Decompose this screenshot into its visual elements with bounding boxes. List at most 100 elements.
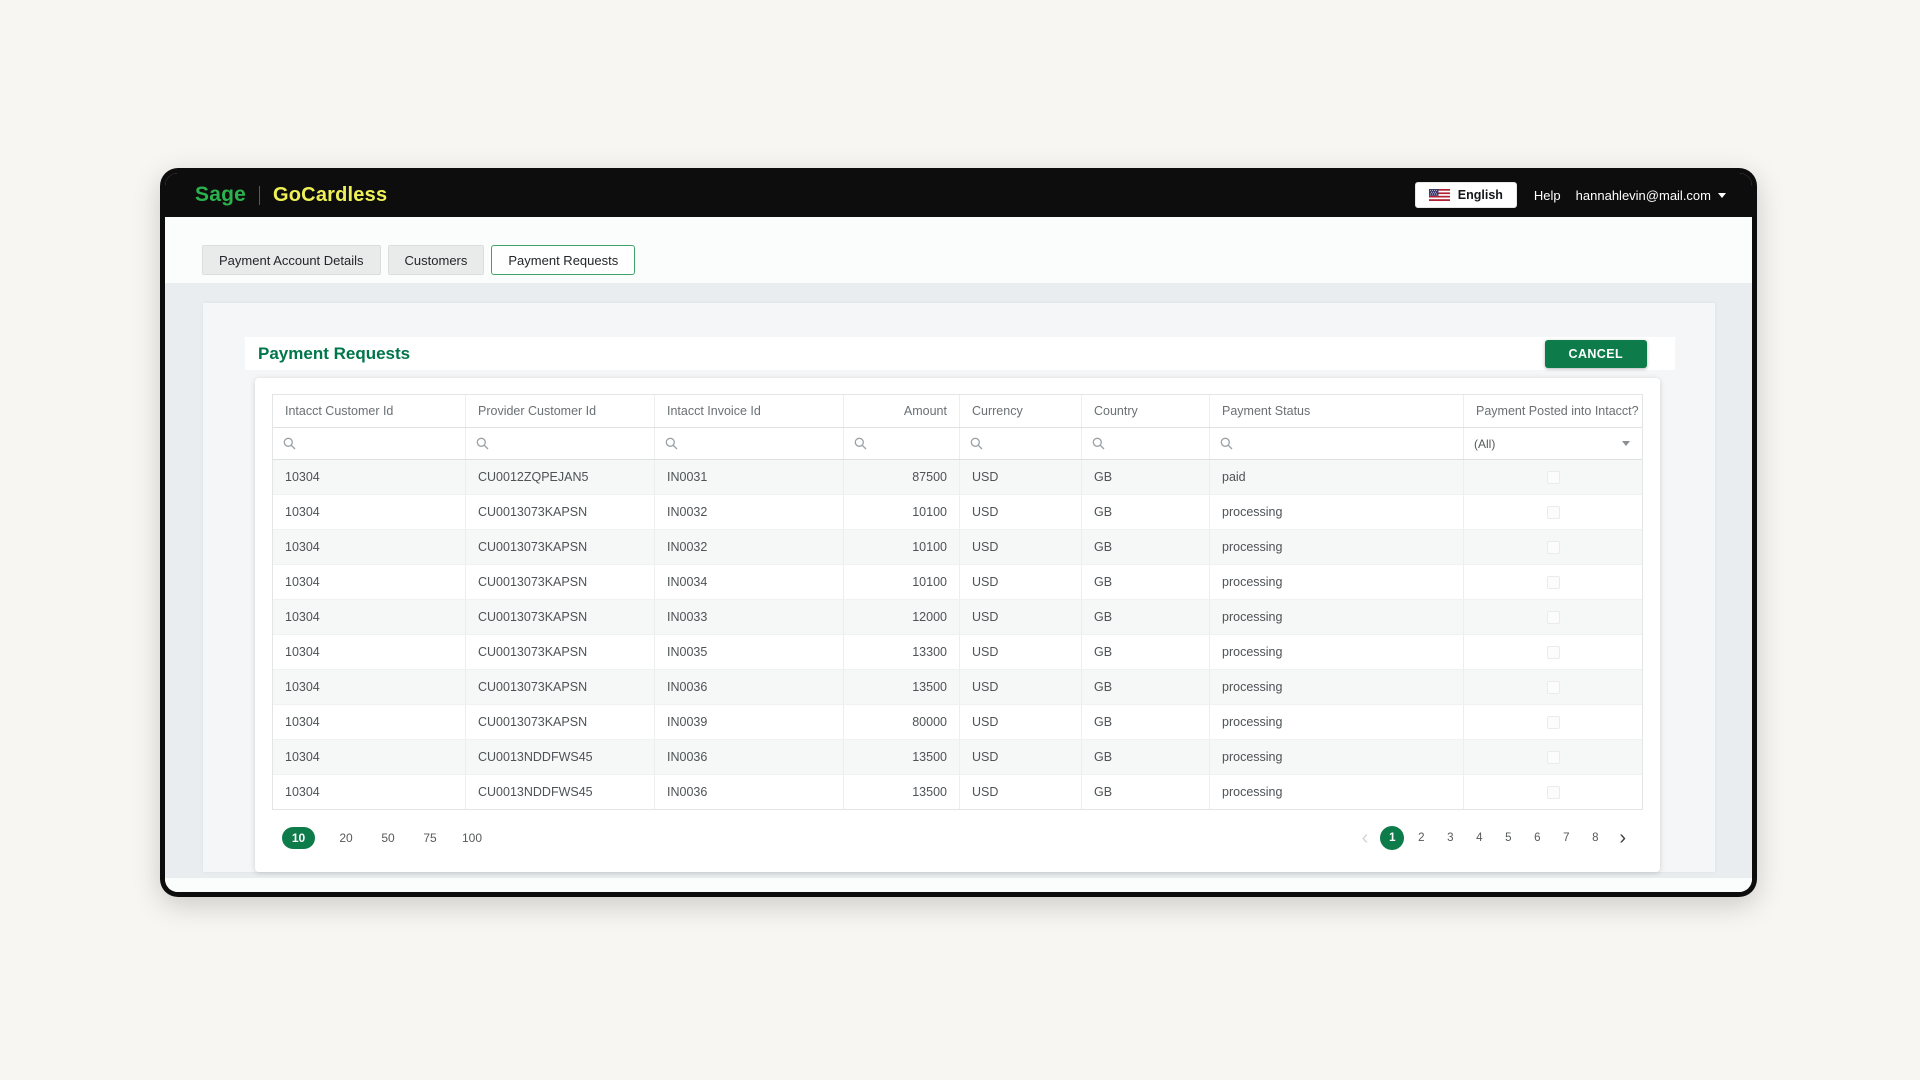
page-size-option[interactable]: 75: [419, 827, 441, 849]
payment-posted-checkbox[interactable]: [1547, 506, 1560, 519]
language-selector-button[interactable]: English: [1415, 182, 1517, 208]
tab[interactable]: Payment Account Details: [202, 245, 381, 275]
payment-posted-checkbox[interactable]: [1547, 471, 1560, 484]
cell-payment-status: processing: [1210, 740, 1464, 774]
filter-input-provider-customer-id[interactable]: [495, 437, 644, 451]
filter-cell-intacct-invoice-id: [655, 428, 844, 459]
cell-payment-status: processing: [1210, 495, 1464, 529]
payment-posted-checkbox[interactable]: [1547, 681, 1560, 694]
cell-intacct-customer-id: 10304: [273, 600, 466, 634]
page-number-list: 12345678: [1380, 826, 1607, 850]
app-header: Sage GoCardless: [165, 173, 1752, 217]
filter-cell-amount: [844, 428, 960, 459]
cell-amount: 13500: [844, 740, 960, 774]
filter-input-currency[interactable]: [989, 437, 1071, 451]
payment-posted-checkbox[interactable]: [1547, 716, 1560, 729]
filter-select-value: (All): [1474, 437, 1495, 451]
payment-posted-checkbox[interactable]: [1547, 646, 1560, 659]
tab[interactable]: Payment Requests: [491, 245, 635, 275]
filter-input-country[interactable]: [1111, 437, 1199, 451]
cell-payment-posted: [1464, 495, 1642, 529]
filter-input-intacct-customer-id[interactable]: [302, 437, 455, 451]
cell-amount: 13300: [844, 635, 960, 669]
cell-intacct-invoice-id: IN0032: [655, 495, 844, 529]
search-icon: [1220, 437, 1233, 450]
cell-payment-posted: [1464, 460, 1642, 494]
payment-posted-checkbox[interactable]: [1547, 786, 1560, 799]
cell-intacct-customer-id: 10304: [273, 460, 466, 494]
cell-country: GB: [1082, 740, 1210, 774]
filter-cell-payment-status: [1210, 428, 1464, 459]
table-row: 10304 CU0013NDDFWS45 IN0036 13500 USD GB…: [273, 740, 1642, 775]
cancel-button[interactable]: CANCEL: [1545, 340, 1647, 368]
tab[interactable]: Customers: [388, 245, 485, 275]
cell-payment-status: processing: [1210, 705, 1464, 739]
table-row: 10304 CU0013073KAPSN IN0032 10100 USD GB…: [273, 530, 1642, 565]
filter-cell-provider-customer-id: [466, 428, 655, 459]
page-number[interactable]: 3: [1438, 826, 1462, 850]
brand-divider: [259, 186, 260, 205]
cell-country: GB: [1082, 775, 1210, 809]
table-row: 10304 CU0013073KAPSN IN0032 10100 USD GB…: [273, 495, 1642, 530]
cell-country: GB: [1082, 705, 1210, 739]
payment-posted-checkbox[interactable]: [1547, 611, 1560, 624]
cell-intacct-customer-id: 10304: [273, 775, 466, 809]
cell-payment-posted: [1464, 775, 1642, 809]
next-page-icon[interactable]: ›: [1612, 827, 1633, 849]
payment-posted-checkbox[interactable]: [1547, 751, 1560, 764]
filter-input-intacct-invoice-id[interactable]: [684, 437, 833, 451]
page-number[interactable]: 4: [1467, 826, 1491, 850]
cell-intacct-invoice-id: IN0036: [655, 775, 844, 809]
table-row: 10304 CU0013073KAPSN IN0033 12000 USD GB…: [273, 600, 1642, 635]
cell-provider-customer-id: CU0013073KAPSN: [466, 705, 655, 739]
column-header-payment-status: Payment Status: [1210, 395, 1464, 427]
cell-amount: 13500: [844, 775, 960, 809]
table-row: 10304 CU0013073KAPSN IN0036 13500 USD GB…: [273, 670, 1642, 705]
page-size-option[interactable]: 100: [461, 827, 483, 849]
page-number[interactable]: 6: [1525, 826, 1549, 850]
filter-input-payment-status[interactable]: [1239, 437, 1453, 451]
cell-payment-status: processing: [1210, 530, 1464, 564]
filter-cell-country: [1082, 428, 1210, 459]
previous-page-icon[interactable]: ‹: [1355, 827, 1376, 849]
help-link[interactable]: Help: [1534, 188, 1561, 203]
page-number[interactable]: 7: [1554, 826, 1578, 850]
cell-provider-customer-id: CU0013073KAPSN: [466, 565, 655, 599]
cell-payment-posted: [1464, 565, 1642, 599]
search-icon: [1092, 437, 1105, 450]
table-footer: 10205075100 ‹ 12345678 ›: [272, 810, 1643, 866]
page-number[interactable]: 1: [1380, 826, 1404, 850]
filter-input-amount[interactable]: [873, 437, 949, 451]
column-header-payment-posted: Payment Posted into Intacct?: [1464, 395, 1642, 427]
cell-payment-posted: [1464, 705, 1642, 739]
filter-select-payment-posted[interactable]: (All): [1464, 428, 1642, 459]
cell-provider-customer-id: CU0013073KAPSN: [466, 495, 655, 529]
cell-intacct-invoice-id: IN0035: [655, 635, 844, 669]
page-title: Payment Requests: [258, 344, 410, 364]
cell-intacct-customer-id: 10304: [273, 635, 466, 669]
page-number[interactable]: 8: [1583, 826, 1607, 850]
payment-posted-checkbox[interactable]: [1547, 541, 1560, 554]
cell-intacct-invoice-id: IN0032: [655, 530, 844, 564]
cell-country: GB: [1082, 495, 1210, 529]
cell-payment-status: processing: [1210, 775, 1464, 809]
user-account-menu[interactable]: hannahlevin@mail.com: [1576, 188, 1726, 203]
cell-intacct-invoice-id: IN0034: [655, 565, 844, 599]
page-number[interactable]: 5: [1496, 826, 1520, 850]
cell-intacct-invoice-id: IN0036: [655, 740, 844, 774]
cell-currency: USD: [960, 740, 1082, 774]
table-filter-row: (All): [273, 428, 1642, 460]
cell-payment-status: processing: [1210, 635, 1464, 669]
cell-intacct-customer-id: 10304: [273, 670, 466, 704]
payment-posted-checkbox[interactable]: [1547, 576, 1560, 589]
cell-currency: USD: [960, 530, 1082, 564]
language-label: English: [1458, 188, 1503, 202]
cell-provider-customer-id: CU0013073KAPSN: [466, 635, 655, 669]
page-size-option[interactable]: 50: [377, 827, 399, 849]
payment-requests-table: Intacct Customer Id Provider Customer Id…: [272, 394, 1643, 810]
cell-payment-status: processing: [1210, 600, 1464, 634]
cell-amount: 80000: [844, 705, 960, 739]
page-size-option[interactable]: 10: [282, 827, 315, 849]
page-size-option[interactable]: 20: [335, 827, 357, 849]
page-number[interactable]: 2: [1409, 826, 1433, 850]
